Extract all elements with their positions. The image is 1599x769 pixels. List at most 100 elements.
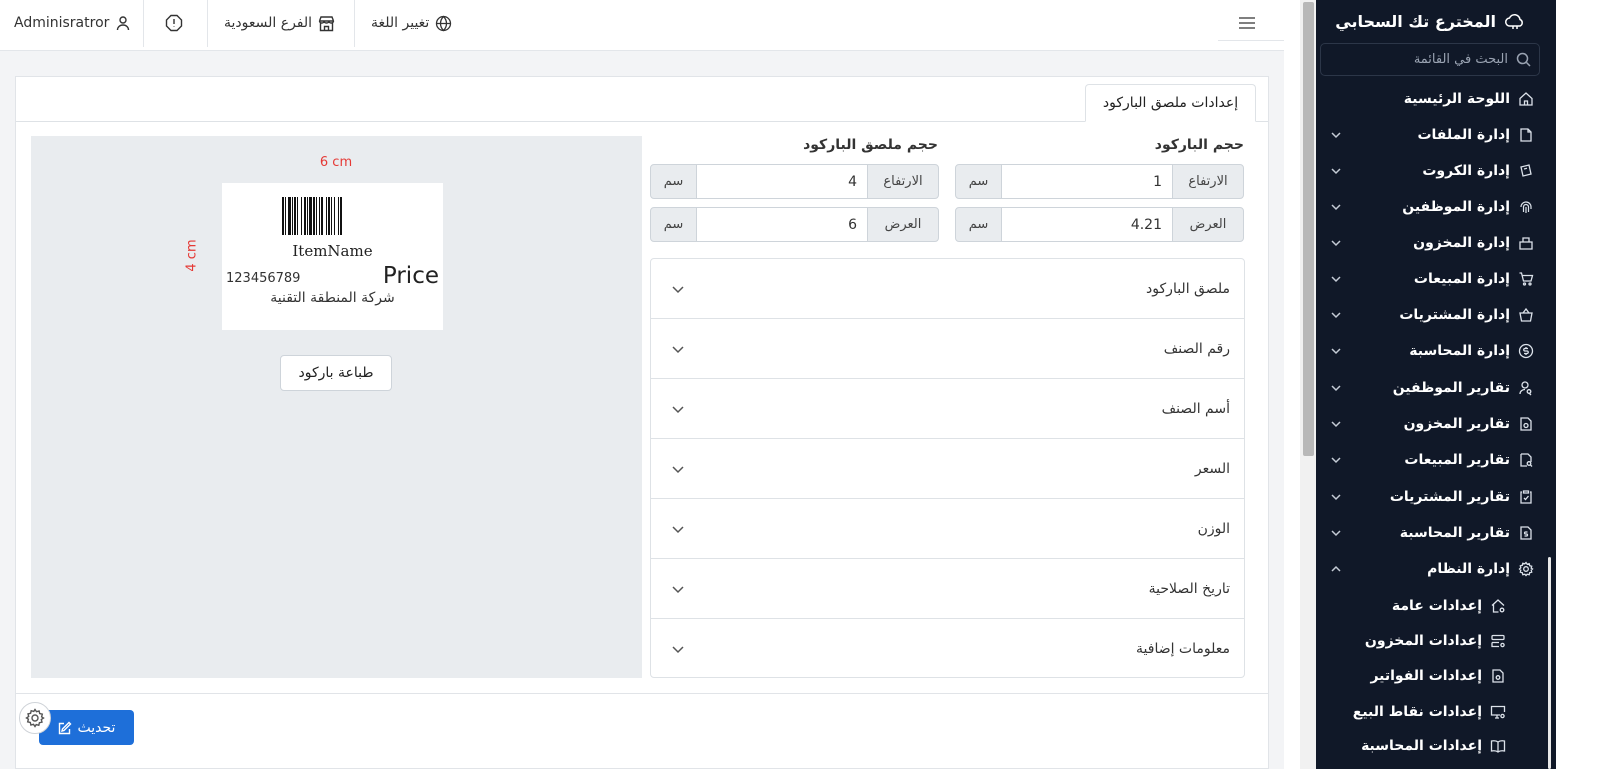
- top-bar: Adminisratror الفرع السعودية تغيير اللغة: [0, 0, 1284, 51]
- chevron-down-icon: [1330, 273, 1342, 285]
- globe-icon: [435, 15, 452, 32]
- label-price: Price: [382, 263, 439, 289]
- sidebar-subitem-inventory-settings[interactable]: إعدادات المخزون: [1316, 624, 1546, 658]
- server-gear-icon: [1490, 633, 1506, 649]
- accordion-label: السعر: [1194, 460, 1230, 477]
- chevron-down-icon: [1330, 237, 1342, 249]
- barcode-bar: [309, 197, 312, 235]
- sidebar-item-files[interactable]: إدارة الملفات: [1316, 118, 1546, 152]
- sidebar-item-cards[interactable]: إدارة الكروت: [1316, 154, 1546, 188]
- sidebar-item-employee-reports[interactable]: تقارير الموظفين: [1316, 371, 1546, 405]
- barcode-bar: [297, 197, 298, 235]
- barcode-width-input[interactable]: 4.21: [1002, 207, 1172, 242]
- width-prefix: العرض: [867, 207, 939, 242]
- chevron-down-icon: [1330, 201, 1342, 213]
- barcode-height-input[interactable]: 1: [1002, 164, 1172, 199]
- search-placeholder: البحث في القائمة: [1413, 52, 1508, 67]
- barcode-image: [282, 197, 382, 235]
- sidebar-item-purchases[interactable]: إدارة المشتريات: [1316, 298, 1546, 332]
- accordion-expiry-date[interactable]: تاريخ الصلاحية: [651, 559, 1244, 619]
- sidebar-item-purchase-reports[interactable]: تقارير المشتريات: [1316, 480, 1546, 514]
- sidebar: المخترع تك السحابي البحث في القائمة اللو…: [1316, 0, 1546, 769]
- accordion-weight[interactable]: الوزن: [651, 499, 1244, 559]
- sidebar-item-accounting[interactable]: إدارة المحاسبة: [1316, 334, 1546, 368]
- sidebar-item-sales[interactable]: إدارة المبيعات: [1316, 262, 1546, 296]
- edit-icon: [58, 721, 72, 735]
- sidebar-item-system[interactable]: إدارة النظام: [1316, 552, 1546, 586]
- barcode-bar: [328, 197, 330, 235]
- content-scrollbar-thumb[interactable]: [1303, 2, 1314, 456]
- menu-toggle-icon[interactable]: [1238, 12, 1260, 34]
- chevron-down-icon: [671, 642, 685, 656]
- barcode-bar: [313, 197, 315, 235]
- barcode-bar: [334, 197, 335, 235]
- files-icon: [1518, 127, 1534, 143]
- barcode-bar: [319, 197, 320, 235]
- chevron-down-icon: [1330, 418, 1342, 430]
- sidebar-subitem-invoice-settings[interactable]: إعدادات الفواتير: [1316, 659, 1546, 693]
- chevron-down-icon: [1330, 527, 1342, 539]
- chevron-down-icon: [671, 522, 685, 536]
- invoice-gear-icon: [1490, 668, 1506, 684]
- chevron-down-icon: [671, 582, 685, 596]
- store-icon: [318, 15, 335, 32]
- user-menu[interactable]: Adminisratror: [14, 0, 131, 46]
- cards-icon: [1518, 163, 1534, 179]
- barcode-bar: [285, 197, 286, 235]
- label-width-input[interactable]: 6: [697, 207, 867, 242]
- accordion-label: معلومات إضافية: [1136, 641, 1230, 657]
- sidebar-item-dashboard[interactable]: اللوحة الرئيسية: [1316, 82, 1546, 116]
- barcode-bar: [326, 197, 327, 235]
- sidebar-subitem-accounting-settings[interactable]: إعدادات المحاسبة: [1316, 729, 1546, 763]
- barcode-bar: [340, 197, 342, 235]
- accordion-price[interactable]: السعر: [651, 439, 1244, 499]
- barcode-bar: [307, 197, 308, 235]
- user-name: Adminisratror: [14, 15, 110, 31]
- label-height-group: سم 4 الارتفاع: [650, 164, 939, 199]
- barcode-bar: [294, 197, 296, 235]
- accordion-item-name[interactable]: أسم الصنف: [651, 379, 1244, 439]
- sidebar-item-sales-reports[interactable]: تقارير المبيعات: [1316, 443, 1546, 477]
- home-gear-icon: [1490, 598, 1506, 614]
- sidebar-item-inventory[interactable]: إدارة المخزون: [1316, 226, 1546, 260]
- accordion-additional-info[interactable]: معلومات إضافية: [651, 619, 1244, 679]
- label-height-input[interactable]: 4: [697, 164, 867, 199]
- label-item-code: 123456789: [226, 271, 301, 286]
- branch-selector[interactable]: الفرع السعودية: [224, 0, 335, 46]
- sidebar-item-accounting-reports[interactable]: تقارير المحاسبة: [1316, 516, 1546, 550]
- sidebar-search-input[interactable]: البحث في القائمة: [1320, 43, 1540, 76]
- label-height-indicator: 4 cm: [184, 239, 200, 272]
- barcode-bar: [338, 197, 339, 235]
- label-width-group: سم 6 العرض: [650, 207, 939, 242]
- cloud-icon: [1504, 11, 1526, 31]
- accordion-item-number[interactable]: رقم الصنف: [651, 319, 1244, 379]
- settings-gear-icon[interactable]: [19, 702, 51, 734]
- sidebar-subitem-pos-settings[interactable]: إعدادات نقاط البيع: [1316, 695, 1546, 729]
- unit-suffix: سم: [955, 207, 1002, 242]
- sidebar-item-employees[interactable]: إدارة الموظفين: [1316, 190, 1546, 224]
- branch-name: الفرع السعودية: [224, 15, 313, 31]
- brand: المخترع تك السحابي: [1316, 6, 1546, 36]
- clipboard-icon: [1518, 489, 1534, 505]
- accordion-barcode-label[interactable]: ملصق الباركود: [651, 259, 1244, 319]
- chevron-down-icon: [671, 342, 685, 356]
- sidebar-item-inventory-reports[interactable]: تقارير المخزون: [1316, 407, 1546, 441]
- chevron-down-icon: [1330, 345, 1342, 357]
- language-switcher[interactable]: تغيير اللغة: [371, 0, 452, 46]
- dollar-doc-icon: [1518, 525, 1534, 541]
- gear-icon: [1518, 561, 1534, 577]
- update-button[interactable]: تحديث: [39, 710, 134, 745]
- sidebar-scrollbar-thumb[interactable]: [1548, 557, 1551, 769]
- alert-button[interactable]: [165, 0, 183, 46]
- home-icon: [1518, 91, 1534, 107]
- sidebar-subitem-general-settings[interactable]: إعدادات عامة: [1316, 589, 1546, 623]
- alert-octagon-icon: [165, 14, 183, 32]
- cart-icon: [1518, 271, 1534, 287]
- print-barcode-button[interactable]: طباعة باركود: [280, 355, 392, 391]
- language-label: تغيير اللغة: [371, 15, 430, 31]
- tab-barcode-label-settings[interactable]: إعدادات ملصق الباركود: [1085, 84, 1256, 122]
- barcode-width-group: سم 4.21 العرض: [955, 207, 1244, 242]
- fingerprint-icon: [1518, 199, 1534, 215]
- settings-accordion: ملصق الباركود رقم الصنف أسم الصنف السعر …: [650, 258, 1245, 678]
- accordion-label: ملصق الباركود: [1146, 280, 1230, 297]
